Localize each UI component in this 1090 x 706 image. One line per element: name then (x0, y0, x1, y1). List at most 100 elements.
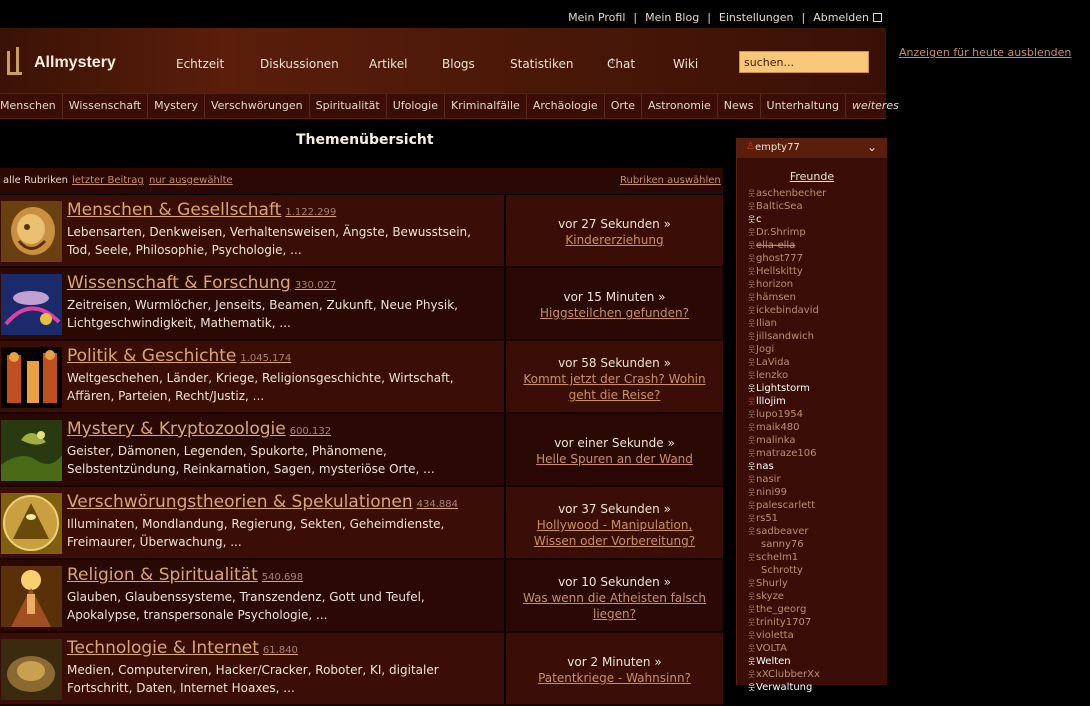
topic-post-count: 540.698 (261, 572, 304, 583)
friend-item[interactable]: 웃maik480 (737, 421, 887, 434)
friend-item[interactable]: 웃Ilian (737, 317, 887, 330)
search-input[interactable] (739, 51, 869, 73)
filter-last-post[interactable]: letzter Beitrag (72, 175, 144, 186)
logo-text[interactable]: Allmystery (34, 54, 116, 72)
friend-item[interactable]: 웃the_georg (737, 603, 887, 616)
friend-item[interactable]: 웃Jogi (737, 343, 887, 356)
topic-title[interactable]: Menschen & Gesellschaft 1.122.299 (67, 200, 336, 220)
topic-thumbnail[interactable] (1, 201, 62, 262)
friend-item[interactable]: 웃lllojim (737, 395, 887, 408)
topic-thumbnail[interactable] (1, 420, 62, 481)
latest-thread-link[interactable]: Kommt jetzt der Crash? Wohin geht die Re… (506, 371, 723, 403)
friend-item[interactable]: 웃Hellskitty (737, 265, 887, 278)
friend-item[interactable]: 웃xXClubberXx (737, 668, 887, 681)
category-wissenschaft[interactable]: Wissenschaft (63, 94, 149, 118)
topic-thumbnail[interactable] (1, 639, 62, 700)
latest-time: vor 27 Sekunden » (558, 217, 671, 231)
topic-post-count: 61.840 (262, 645, 298, 656)
friend-item[interactable]: 웃ghost777 (737, 252, 887, 265)
topic-title[interactable]: Wissenschaft & Forschung 330.027 (67, 273, 336, 293)
friend-item[interactable]: 웃LaVida (737, 356, 887, 369)
friend-item[interactable]: sanny76 (737, 538, 887, 551)
user-dropdown[interactable]: ♙ empty77 ⌄ (737, 138, 887, 158)
nav-chat[interactable]: Chat 4 (607, 57, 635, 72)
logo-mark-icon[interactable] (4, 47, 24, 77)
filter-all[interactable]: alle Rubriken (3, 175, 68, 186)
my-profile-link[interactable]: Mein Profil (560, 11, 633, 24)
friend-item[interactable]: 웃jillsandwich (737, 330, 887, 343)
friend-item[interactable]: 웃nasir (737, 473, 887, 486)
friend-item[interactable]: 웃Verwaltung (737, 681, 887, 694)
person-icon: 웃 (748, 254, 756, 263)
friend-item[interactable]: 웃Dr.Shrimp (737, 226, 887, 239)
latest-time: vor 15 Minuten » (563, 290, 666, 304)
friend-item[interactable]: 웃Shurly (737, 577, 887, 590)
category-more[interactable]: weiteres (846, 94, 905, 118)
friend-name: schelm1 (756, 552, 799, 563)
topic-title-text: Politik & Geschichte (67, 346, 237, 366)
category-archaeologie[interactable]: Archäologie (527, 94, 605, 118)
friend-item[interactable]: 웃lupo1954 (737, 408, 887, 421)
topic-thumbnail[interactable] (1, 347, 62, 408)
topic-thumbnail[interactable] (1, 566, 62, 627)
friend-item[interactable]: 웃BalticSea (737, 200, 887, 213)
topic-title-text: Verschwörungstheorien & Spekulationen (67, 492, 413, 512)
friend-item[interactable]: 웃ickebindavid (737, 304, 887, 317)
category-spiritualitaet[interactable]: Spiritualität (310, 94, 387, 118)
friend-item[interactable]: 웃sadbeaver (737, 525, 887, 538)
friend-item[interactable]: 웃palescarlett (737, 499, 887, 512)
friend-item[interactable]: 웃skyze (737, 590, 887, 603)
friend-item[interactable]: 웃nini99 (737, 486, 887, 499)
category-ufologie[interactable]: Ufologie (387, 94, 445, 118)
friend-item[interactable]: 웃matraze106 (737, 447, 887, 460)
friend-item[interactable]: 웃trinity1707 (737, 616, 887, 629)
friend-item[interactable]: 웃c (737, 213, 887, 226)
latest-thread-link[interactable]: Higgsteilchen gefunden? (506, 305, 723, 321)
category-mystery[interactable]: Mystery (148, 94, 205, 118)
category-menschen[interactable]: Menschen (0, 94, 63, 118)
topic-title[interactable]: Religion & Spiritualität 540.698 (67, 565, 303, 585)
friend-item[interactable]: Schrotty (737, 564, 887, 577)
logout-link[interactable]: Abmelden (805, 11, 869, 24)
nav-label: Chat (607, 57, 636, 71)
friend-item[interactable]: 웃horizon (737, 278, 887, 291)
friend-name: nini99 (756, 487, 787, 498)
friend-item[interactable]: 웃lenzko (737, 369, 887, 382)
friends-title[interactable]: Freunde (737, 170, 887, 183)
settings-link[interactable]: Einstellungen (711, 11, 802, 24)
category-verschwoerungen[interactable]: Verschwörungen (205, 94, 310, 118)
friend-item[interactable]: 웃VOLTA (737, 642, 887, 655)
topic-title[interactable]: Technologie & Internet 61.840 (67, 638, 298, 658)
category-unterhaltung[interactable]: Unterhaltung (761, 94, 846, 118)
hide-ads-link[interactable]: Anzeigen für heute ausblenden (899, 46, 1071, 59)
topic-title[interactable]: Politik & Geschichte 1.045.174 (67, 346, 291, 366)
friend-item[interactable]: 웃violetta (737, 629, 887, 642)
friend-item[interactable]: 웃nas (737, 460, 887, 473)
friend-name: sanny76 (761, 539, 804, 550)
friend-item[interactable]: 웃hämsen (737, 291, 887, 304)
my-blog-link[interactable]: Mein Blog (637, 11, 707, 24)
friend-item[interactable]: 웃schelm1 (737, 551, 887, 564)
friend-item[interactable]: 웃malinka (737, 434, 887, 447)
latest-thread-link[interactable]: Was wenn die Atheisten falsch liegen? (506, 590, 723, 622)
topic-title[interactable]: Mystery & Kryptozoologie 600.132 (67, 419, 331, 439)
friend-item[interactable]: 웃Welten (737, 655, 887, 668)
friend-item[interactable]: 웃ella-ella (737, 239, 887, 252)
category-kriminalfaelle[interactable]: Kriminalfälle (445, 94, 527, 118)
topic-thumbnail[interactable] (1, 493, 62, 554)
choose-categories-link[interactable]: Rubriken auswählen (620, 175, 721, 186)
category-orte[interactable]: Orte (605, 94, 642, 118)
logout-box-icon[interactable] (873, 13, 882, 22)
category-astronomie[interactable]: Astronomie (642, 94, 718, 118)
topic-thumbnail[interactable] (1, 274, 62, 335)
friend-item[interactable]: 웃aschenbecher (737, 187, 887, 200)
filter-selected[interactable]: nur ausgewählte (149, 175, 233, 186)
friend-item[interactable]: 웃Lightstorm (737, 382, 887, 395)
topic-title[interactable]: Verschwörungstheorien & Spekulationen 434… (67, 492, 458, 512)
latest-thread-link[interactable]: Kindererziehung (506, 232, 723, 248)
category-news[interactable]: News (718, 94, 761, 118)
latest-thread-link[interactable]: Hollywood - Manipulation, Wissen oder Vo… (506, 517, 723, 549)
latest-thread-link[interactable]: Patentkriege - Wahnsinn? (506, 670, 723, 686)
latest-thread-link[interactable]: Helle Spuren an der Wand (506, 451, 723, 467)
friend-item[interactable]: 웃rs51 (737, 512, 887, 525)
